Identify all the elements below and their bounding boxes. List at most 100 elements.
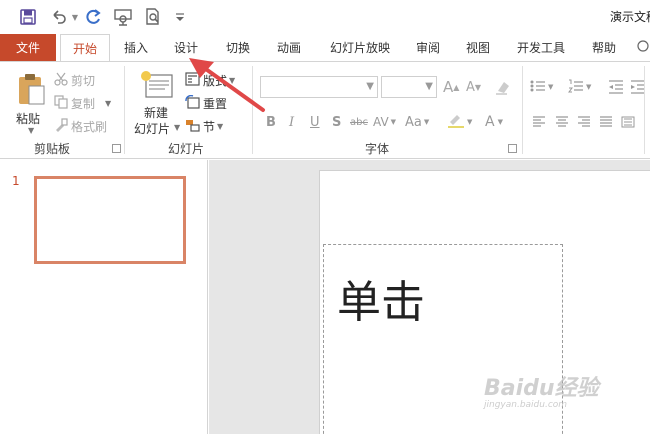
paste-button[interactable]: 粘贴 ▼ <box>10 68 50 136</box>
justify-icon[interactable] <box>599 112 613 132</box>
cut-label: 剪切 <box>71 73 96 88</box>
distributed-icon[interactable] <box>621 112 635 132</box>
section-dropdown-icon: ▼ <box>217 121 224 131</box>
italic-button[interactable]: I <box>289 112 294 132</box>
slide-number: 1 <box>12 174 20 188</box>
customize-qat-icon[interactable] <box>172 6 188 28</box>
layout-icon <box>185 71 200 89</box>
slide-thumbnails-pane: 1 <box>0 160 208 434</box>
group-divider <box>522 66 523 154</box>
reset-label: 重置 <box>203 96 228 111</box>
increase-font-size-label: A <box>443 78 454 96</box>
align-center-icon[interactable] <box>555 112 569 132</box>
tab-animations[interactable]: 动画 <box>269 34 309 62</box>
tab-help[interactable]: 帮助 <box>584 34 624 62</box>
bullets-icon <box>530 79 546 96</box>
tab-transitions[interactable]: 切换 <box>218 34 258 62</box>
new-slide-dropdown-icon: ▼ <box>174 123 181 132</box>
font-color-button[interactable]: A ▼ <box>485 112 503 132</box>
new-slide-icon <box>140 70 174 103</box>
bold-button[interactable]: B <box>266 112 276 132</box>
watermark: Baidu经验 jingyan.baidu.com <box>484 370 599 410</box>
group-divider <box>252 66 253 154</box>
shadow-label: S <box>332 114 342 130</box>
decrease-font-size-label: A <box>466 79 475 95</box>
font-name-combobox[interactable]: ▼ <box>260 76 378 98</box>
underline-label: U <box>310 114 320 130</box>
slides-group-label: 幻灯片 <box>168 142 205 156</box>
decrease-indent-icon[interactable] <box>608 77 624 97</box>
copy-label: 复制 <box>71 96 96 111</box>
change-case-button[interactable]: Aa ▼ <box>405 112 429 132</box>
layout-dropdown-icon: ▼ <box>229 75 236 85</box>
new-slide-label-line2: 幻灯片 <box>134 122 171 136</box>
chevron-down-icon: ▼ <box>366 81 374 92</box>
paste-dropdown-icon: ▼ <box>28 126 35 135</box>
tab-view[interactable]: 视图 <box>458 34 498 62</box>
undo-dropdown-icon[interactable]: ▼ <box>70 6 80 28</box>
new-slide-button[interactable]: 新建 幻灯片 ▼ <box>132 68 182 138</box>
document-title: 演示文稿 <box>610 10 650 24</box>
slide-thumbnail[interactable] <box>34 176 186 264</box>
decrease-font-size-button[interactable]: A ▼ <box>466 77 481 97</box>
copy-button[interactable]: 复制 ▼ <box>54 93 111 113</box>
font-group-label: 字体 <box>365 142 390 156</box>
font-launcher-icon[interactable] <box>508 144 517 153</box>
align-left-icon[interactable] <box>532 112 546 132</box>
chevron-down-icon: ▼ <box>425 81 433 92</box>
reset-button[interactable]: 重置 <box>185 93 227 113</box>
cut-button[interactable]: 剪切 <box>54 70 95 90</box>
tab-file[interactable]: 文件 <box>0 34 56 62</box>
tab-slideshow[interactable]: 幻灯片放映 <box>322 34 398 62</box>
ribbon-home: 粘贴 ▼ 剪切 复制 ▼ 格式刷 剪贴板 新建 幻灯片 ▼ 版式 ▼ 重置 节 … <box>0 61 650 159</box>
clear-formatting-icon[interactable] <box>495 77 511 97</box>
underline-button[interactable]: U <box>310 112 320 132</box>
strikethrough-label: abc <box>350 116 368 128</box>
undo-icon[interactable] <box>48 6 70 28</box>
present-from-start-icon[interactable] <box>111 6 135 28</box>
format-painter-button[interactable]: 格式刷 <box>54 116 107 136</box>
bullets-button[interactable]: ▼ <box>530 77 553 97</box>
scissors-icon <box>54 72 68 89</box>
new-slide-label-line1: 新建 <box>144 106 169 120</box>
tab-developer[interactable]: 开发工具 <box>508 34 574 62</box>
layout-button[interactable]: 版式 ▼ <box>185 70 235 90</box>
change-case-label: Aa <box>405 114 422 130</box>
tab-review[interactable]: 审阅 <box>408 34 448 62</box>
highlight-button[interactable]: ▼ <box>447 112 472 132</box>
layout-label: 版式 <box>203 73 228 88</box>
lightbulb-icon[interactable] <box>636 34 650 62</box>
quick-access-toolbar: ▼ 演示文稿 <box>0 0 650 34</box>
save-icon[interactable] <box>14 6 42 28</box>
group-divider <box>644 66 645 154</box>
reset-icon <box>185 94 200 112</box>
tab-insert[interactable]: 插入 <box>116 34 156 62</box>
group-divider <box>124 66 125 154</box>
highlighter-icon <box>447 112 465 132</box>
character-spacing-button[interactable]: AV ▼ <box>373 112 396 132</box>
increase-font-size-button[interactable]: A ▲ <box>443 77 459 97</box>
italic-label: I <box>289 114 295 130</box>
align-right-icon[interactable] <box>577 112 591 132</box>
shadow-button[interactable]: S <box>332 112 341 132</box>
section-label: 节 <box>203 119 216 134</box>
tab-home[interactable]: 开始 <box>60 34 110 63</box>
section-icon <box>185 118 200 135</box>
bold-label: B <box>266 114 276 130</box>
numbering-icon <box>568 79 584 96</box>
font-size-combobox[interactable]: ▼ <box>381 76 437 98</box>
format-painter-label: 格式刷 <box>71 119 108 134</box>
ribbon-tab-bar: 文件 开始 插入 设计 切换 动画 幻灯片放映 审阅 视图 开发工具 帮助 <box>0 34 650 63</box>
print-preview-icon[interactable] <box>141 6 165 28</box>
strikethrough-button[interactable]: abc <box>350 112 368 132</box>
paste-label: 粘贴 <box>16 112 41 126</box>
character-spacing-label: AV <box>373 115 389 129</box>
tab-design[interactable]: 设计 <box>166 34 206 62</box>
copy-dropdown-icon: ▼ <box>105 98 112 108</box>
clipboard-launcher-icon[interactable] <box>112 144 121 153</box>
watermark-brand: Baidu经验 <box>484 376 599 401</box>
redo-icon[interactable] <box>83 6 105 28</box>
paste-icon <box>16 72 46 109</box>
numbering-button[interactable]: ▼ <box>568 77 591 97</box>
section-button[interactable]: 节 ▼ <box>185 116 223 136</box>
